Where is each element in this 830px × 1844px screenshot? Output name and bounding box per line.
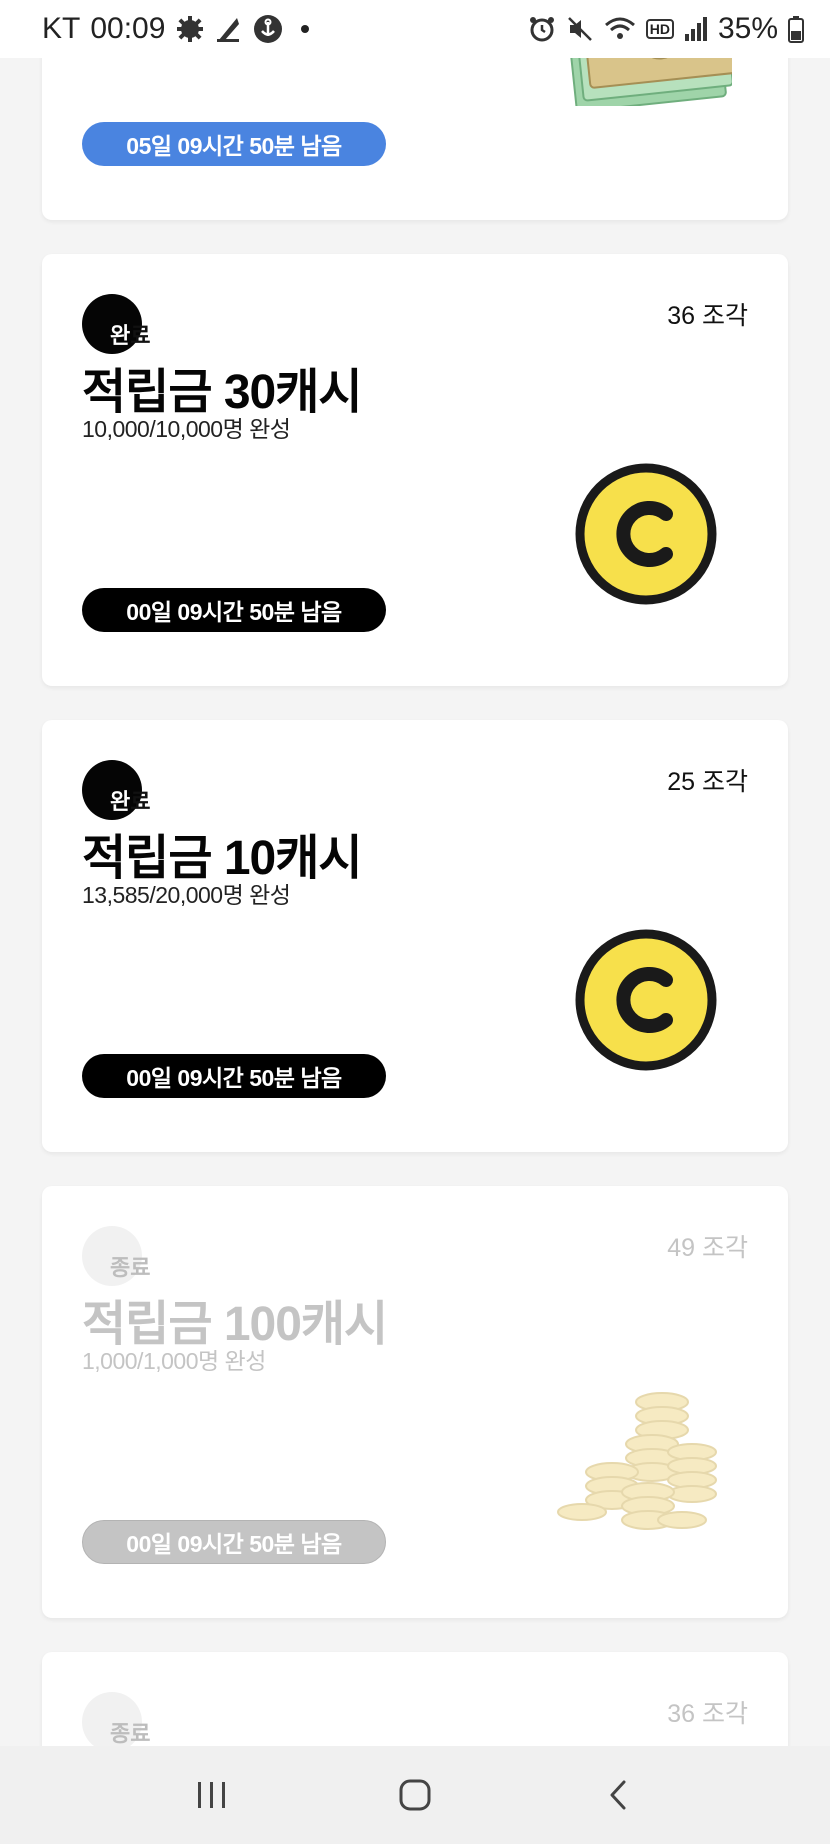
status-bar-right: HD 35% — [528, 12, 804, 46]
status-label-tail: 료 — [130, 789, 151, 814]
signal-icon — [684, 16, 708, 42]
status-bar: KT 00:09 HD 35% — [0, 0, 830, 58]
remaining-time-badge: 00일 09시간 50분 남음 — [82, 588, 386, 632]
mission-card[interactable]: 완료 25 조각 적립금 10캐시 13,585/20,000명 완성 00일 … — [42, 720, 788, 1152]
back-button[interactable] — [578, 1765, 658, 1825]
system-navigation-bar — [0, 1746, 830, 1844]
mission-card[interactable]: 종료 49 조각 적립금 100캐시 1,000/1,000명 완성 00일 0… — [42, 1186, 788, 1618]
mute-icon — [566, 15, 594, 43]
mission-card[interactable]: 완료 36 조각 적립금 30캐시 10,000/10,000명 완성 00일 … — [42, 254, 788, 686]
status-badge: 종료 — [82, 1226, 202, 1290]
status-bar-left: KT 00:09 — [42, 12, 310, 46]
anchor-notification-icon — [253, 14, 283, 44]
status-label: 종 — [110, 1721, 131, 1746]
status-badge: 완료 — [82, 760, 202, 824]
recent-apps-icon — [197, 1782, 225, 1808]
battery-percent: 35% — [717, 12, 778, 45]
status-label: 완 — [110, 789, 131, 814]
clock: 00:09 — [90, 12, 166, 45]
more-notifications-dot-icon — [301, 25, 310, 33]
wifi-icon — [604, 15, 636, 43]
status-badge: 완료 — [82, 294, 202, 358]
participant-progress: 13,585/20,000명 완성 — [82, 882, 291, 908]
status-label: 종 — [110, 1255, 131, 1280]
gear-notification-icon — [175, 14, 205, 44]
recent-apps-button[interactable] — [172, 1765, 252, 1825]
feather-notification-icon — [215, 14, 243, 44]
cash-coin-icon — [574, 462, 718, 606]
pieces-count: 36 조각 — [667, 302, 748, 330]
battery-icon — [788, 15, 804, 43]
remaining-time-badge: 00일 09시간 50분 남음 — [82, 1520, 386, 1564]
carrier-label: KT — [42, 12, 81, 45]
participant-progress: 10,000/10,000명 완성 — [82, 416, 291, 442]
pieces-count: 49 조각 — [667, 1234, 748, 1262]
pieces-count: 36 조각 — [667, 1700, 748, 1728]
remaining-time-badge: 00일 09시간 50분 남음 — [82, 1054, 386, 1098]
home-button[interactable] — [375, 1765, 455, 1825]
status-label-tail: 료 — [130, 1721, 151, 1746]
status-label-tail: 료 — [130, 1255, 151, 1280]
alarm-icon — [528, 15, 556, 43]
pieces-count: 25 조각 — [667, 768, 748, 796]
cash-coin-icon — [574, 928, 718, 1072]
coin-stack-icon — [552, 1382, 732, 1542]
participant-progress: 1,000/1,000명 완성 — [82, 1348, 266, 1374]
home-icon — [399, 1779, 431, 1811]
status-label: 완 — [110, 323, 131, 348]
remaining-time-badge: 05일 09시간 50분 남음 — [82, 122, 386, 166]
back-icon — [610, 1780, 626, 1810]
status-label-tail: 료 — [130, 323, 151, 348]
hd-voice-icon: HD — [645, 19, 674, 39]
